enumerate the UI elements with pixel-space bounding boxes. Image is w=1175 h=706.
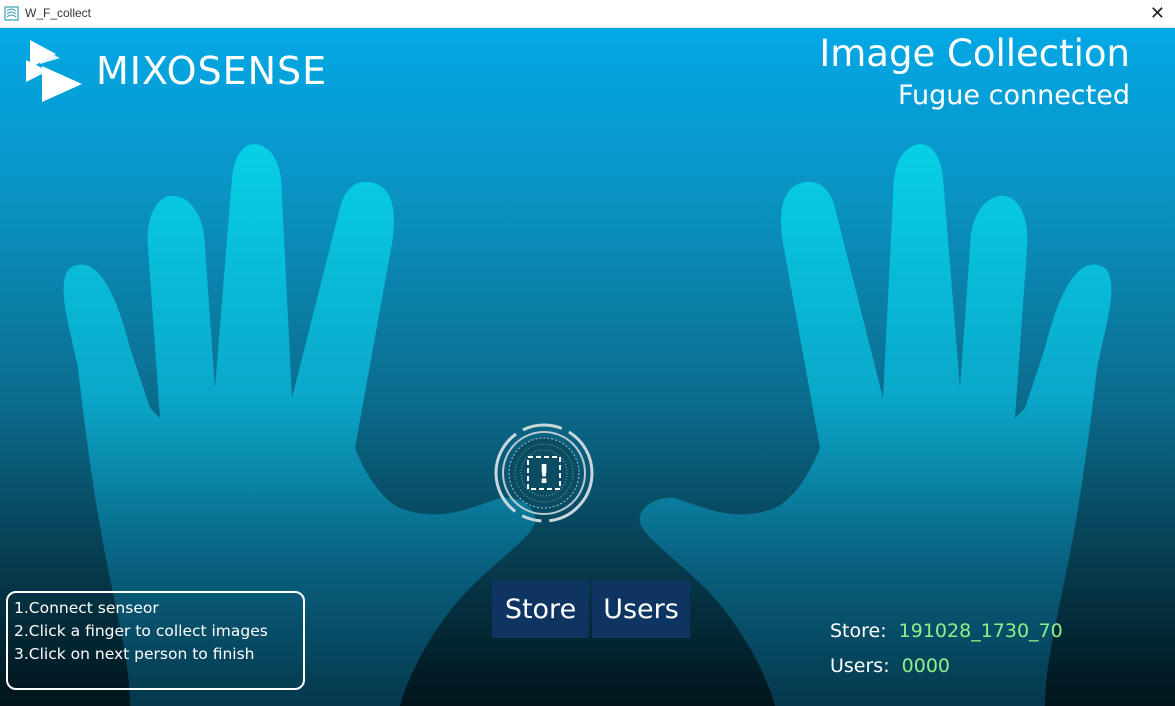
alert-glyph: !	[538, 460, 550, 490]
store-stat: Store: 191028_1730_70	[830, 620, 1063, 642]
instruction-step: 1.Connect senseor	[14, 599, 159, 617]
instruction-step: 3.Click on next person to finish	[14, 645, 255, 663]
users-button[interactable]: Users	[592, 581, 690, 638]
users-stat-value: 0000	[901, 655, 951, 677]
store-button[interactable]: Store	[492, 581, 589, 638]
users-stat: Users: 0000	[830, 655, 950, 677]
brand-logo: MIXOSENSE	[26, 40, 327, 102]
store-stat-label: Store:	[830, 620, 887, 642]
instructions-box: 1.Connect senseor 2.Click a finger to co…	[6, 591, 305, 690]
app-icon	[4, 6, 19, 21]
connection-status: Fugue connected	[898, 80, 1130, 111]
page-title: Image Collection	[819, 32, 1130, 75]
mixosense-logo-icon	[26, 40, 82, 102]
main-stage: MIXOSENSE Image Collection Fugue connect…	[0, 28, 1175, 706]
users-stat-label: Users:	[830, 655, 890, 677]
title-bar: W_F_collect ✕	[0, 0, 1175, 28]
close-icon[interactable]: ✕	[1150, 3, 1165, 24]
window-title: W_F_collect	[25, 6, 92, 20]
fingerprint-alert-icon[interactable]: !	[493, 422, 595, 524]
store-stat-value: 191028_1730_70	[898, 620, 1063, 642]
instruction-step: 2.Click a finger to collect images	[14, 622, 268, 640]
logo-text: MIXOSENSE	[96, 49, 328, 93]
